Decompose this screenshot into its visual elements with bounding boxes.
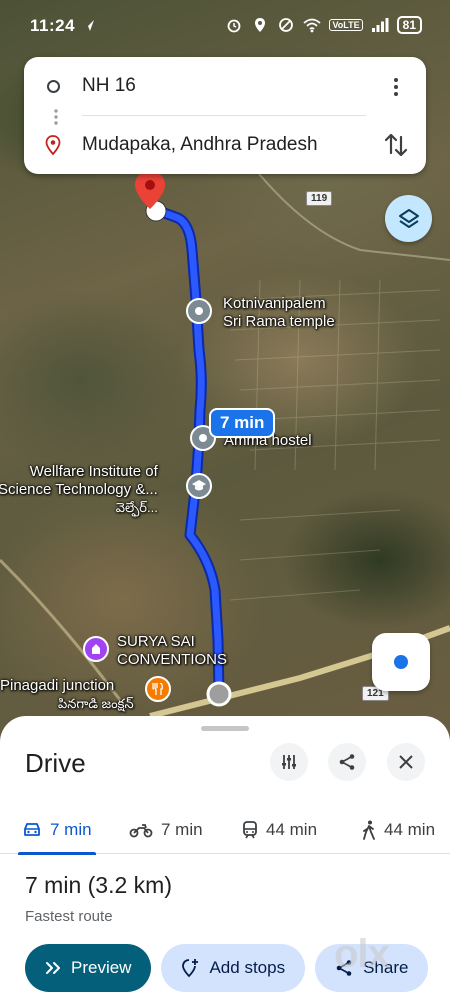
sheet-drag-handle[interactable] [201, 726, 249, 731]
school-pin-icon[interactable] [186, 473, 212, 499]
battery-indicator: 81 [396, 16, 422, 34]
route-options-button[interactable] [270, 743, 308, 781]
destination-field[interactable]: Mudapaka, Andhra Pradesh [24, 125, 426, 165]
sliders-icon [282, 755, 296, 769]
conventions-label-line1: SURYA SAI [117, 633, 195, 650]
volte-badge: VoLTE [329, 19, 363, 31]
temple-label-line2: Sri Rama temple [223, 313, 335, 330]
conventions-label-line2: CONVENTIONS [117, 651, 228, 668]
location-status-icon [255, 18, 266, 32]
tab-transit[interactable]: 44 min [242, 806, 317, 854]
tab-two-wheeler-label: 7 min [161, 820, 203, 839]
olx-watermark: olx [334, 932, 390, 976]
destination-pin-icon[interactable] [135, 171, 165, 211]
motorbike-icon [129, 824, 153, 838]
conventions-label: SURYA SAI CONVENTIONS [117, 633, 227, 669]
preview-button[interactable]: Preview [25, 944, 152, 992]
alarm-icon [228, 19, 241, 33]
institute-label-line2: Science Technology &... [0, 481, 158, 498]
add-stop-pin-icon [182, 959, 199, 978]
dnd-icon [279, 18, 294, 32]
institute-label: Wellfare Institute of Science Technology… [0, 463, 158, 517]
tab-transit-label: 44 min [266, 820, 318, 839]
train-icon [243, 821, 257, 839]
institute-label-line1: Wellfare Institute of [29, 463, 158, 480]
travel-mode-tabs: 7 min 7 min 44 min 44 min [0, 806, 450, 855]
route-card-separator [82, 115, 366, 116]
navigation-status-icon [82, 18, 96, 37]
route-summary-sub: Fastest route [25, 908, 113, 925]
junction-label-line2: పినగాడి జంక్షన్ [58, 696, 134, 711]
restaurant-pin-icon[interactable] [145, 676, 171, 702]
status-icons: VoLTE 81 [225, 16, 422, 34]
more-options-icon[interactable] [384, 75, 408, 99]
signal-icon [371, 18, 389, 32]
temple-label: Kotnivanipalem Sri Rama temple [223, 295, 335, 331]
junction-label: Pinagadi junction పినగాడి జంక్షన్ [0, 677, 134, 713]
tab-drive-label: 7 min [50, 820, 92, 839]
swap-directions-icon[interactable] [382, 131, 410, 159]
status-bar: 11:24 VoLTE 81 [0, 0, 450, 54]
preview-label: Preview [71, 958, 132, 977]
road-shield-119: 119 [306, 191, 333, 206]
tab-walk[interactable]: 44 min [362, 806, 435, 854]
my-location-icon [394, 655, 408, 669]
origin-text: NH 16 [82, 75, 136, 96]
share-route-button[interactable] [328, 743, 366, 781]
route-line [150, 204, 225, 700]
junction-label-line1: Pinagadi junction [0, 677, 115, 694]
close-icon [399, 755, 413, 769]
institute-label-line3: వెల్ఫేర్... [115, 500, 158, 515]
walk-icon [363, 820, 375, 840]
layers-icon [398, 208, 419, 228]
share-icon [339, 754, 355, 770]
layers-button[interactable] [385, 195, 432, 242]
wifi-icon [303, 18, 322, 33]
car-icon [24, 823, 40, 836]
destination-pin-outline-icon [45, 135, 61, 155]
conventions-pin-icon[interactable] [83, 636, 109, 662]
route-dots-divider [54, 108, 58, 126]
route-time-chip[interactable]: 7 min [209, 408, 276, 438]
tab-drive[interactable]: 7 min [18, 806, 96, 855]
double-chevron-right-icon [46, 962, 60, 974]
add-stops-button[interactable]: Add stops [161, 944, 306, 992]
route-summary: 7 min (3.2 km) [25, 872, 172, 898]
tab-two-wheeler[interactable]: 7 min [129, 806, 203, 854]
add-stops-label: Add stops [209, 958, 286, 977]
status-time: 11:24 [30, 16, 76, 35]
tab-walk-label: 44 min [384, 820, 436, 839]
close-button[interactable] [387, 743, 425, 781]
destination-text: Mudapaka, Andhra Pradesh [82, 134, 318, 155]
sheet-title: Drive [25, 748, 86, 778]
temple-pin-icon[interactable] [186, 298, 212, 324]
route-search-card: NH 16 Mudapaka, Andhra Pradesh [24, 57, 426, 174]
origin-circle-icon [46, 79, 60, 93]
temple-label-line1: Kotnivanipalem [223, 295, 326, 312]
my-location-button[interactable] [372, 633, 430, 691]
route-start-marker [206, 681, 232, 707]
origin-field[interactable]: NH 16 [24, 66, 426, 106]
